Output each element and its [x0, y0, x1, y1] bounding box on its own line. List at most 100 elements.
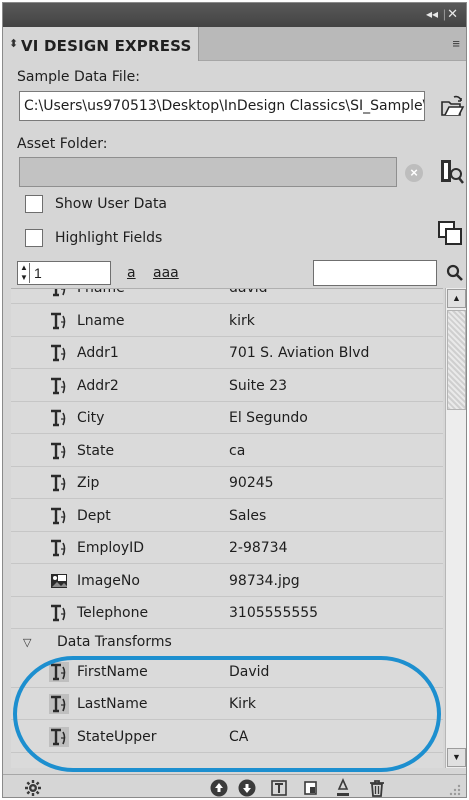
title-bar-separator: |	[442, 7, 446, 21]
field-name: Addr2	[77, 377, 119, 394]
list-item[interactable]: Telephone 3105555555	[11, 597, 443, 629]
field-value: Suite 23	[229, 377, 288, 394]
record-number-stepper[interactable]: ▲ ▼ 1	[17, 261, 111, 285]
field-name: Zip	[77, 475, 100, 491]
data-transforms-label: Data Transforms	[57, 633, 172, 650]
sample-data-file-label: Sample Data File:	[17, 69, 140, 85]
data-field-list: Fname david Lname kirk Addr1 701 S. Aviatio…	[11, 288, 443, 768]
panel-bottom-toolbar	[3, 774, 466, 798]
settings-gear-icon[interactable]	[23, 778, 43, 798]
list-item[interactable]: Dept Sales	[11, 500, 443, 532]
field-name: State	[77, 442, 115, 459]
field-name: Addr1	[77, 345, 119, 361]
close-panel-button[interactable]: ✕	[447, 6, 458, 22]
show-user-data-row[interactable]: Show User Data	[25, 193, 167, 215]
text-field-icon	[49, 726, 69, 747]
copy-frames-icon[interactable]	[437, 220, 463, 246]
resize-grip-icon[interactable]	[443, 778, 463, 798]
record-number-value: 1	[34, 265, 42, 281]
highlight-fields-row[interactable]: Highlight Fields	[25, 227, 162, 249]
new-text-field-icon[interactable]	[269, 778, 289, 798]
list-item[interactable]: ImageNo 98734.jpg	[11, 565, 443, 597]
list-item[interactable]: Lname kirk	[11, 305, 443, 337]
field-name: Fname	[77, 288, 125, 296]
panel-title-bar: ◂◂ | ✕	[3, 3, 466, 27]
field-value: 701 S. Aviation Blvd	[229, 345, 370, 361]
field-value: 3105555555	[229, 605, 319, 621]
field-value: 98734.jpg	[229, 572, 300, 589]
text-field-icon	[51, 442, 66, 459]
folder-open-icon[interactable]	[439, 93, 465, 119]
transform-name: StateUpper	[77, 728, 157, 745]
field-value: 2-98734	[229, 540, 288, 556]
scroll-thumb[interactable]	[447, 310, 466, 410]
transform-name: FirstName	[77, 663, 148, 680]
text-field-icon	[53, 289, 66, 297]
list-item[interactable]: Fname david	[11, 288, 443, 304]
text-field-icon	[49, 661, 69, 682]
scroll-down-button[interactable]: ▼	[447, 748, 466, 767]
scroll-up-button[interactable]: ▲	[447, 289, 466, 308]
image-field-icon	[51, 573, 67, 588]
list-item[interactable]: Zip 90245	[11, 467, 443, 499]
panel-menu-button[interactable]: ≡	[452, 36, 460, 51]
field-name: Telephone	[77, 605, 149, 621]
list-item[interactable]: City El Segundo	[11, 402, 443, 434]
panel-tab-row: ⬍ VI DESIGN EXPRESS ≡	[3, 27, 466, 61]
field-name: ImageNo	[77, 572, 140, 589]
transform-item[interactable]: LastName Kirk	[11, 688, 443, 720]
lowercase-single-button[interactable]: a	[127, 265, 136, 281]
text-field-icon	[51, 312, 66, 329]
tab-vi-design-express[interactable]: ⬍ VI DESIGN EXPRESS	[3, 27, 199, 61]
disclosure-triangle-icon[interactable]: ▽	[23, 636, 31, 649]
field-name: EmployID	[77, 540, 145, 556]
text-field-icon	[51, 604, 66, 622]
show-user-data-label: Show User Data	[55, 196, 168, 212]
search-icon[interactable]	[446, 264, 464, 282]
transform-pen-icon[interactable]	[333, 778, 353, 798]
panel-title: VI DESIGN EXPRESS	[21, 37, 192, 55]
delete-trash-icon[interactable]	[367, 778, 387, 798]
transform-value: David	[229, 663, 270, 680]
highlight-fields-label: Highlight Fields	[55, 230, 163, 246]
field-value: Sales	[229, 507, 267, 524]
text-field-icon	[49, 694, 69, 714]
previous-record-icon[interactable]	[209, 778, 229, 798]
list-item[interactable]: Addr2 Suite 23	[11, 370, 443, 402]
search-input[interactable]	[313, 260, 437, 286]
list-item[interactable]: Addr1 701 S. Aviation Blvd	[11, 337, 443, 369]
vi-design-express-panel: ◂◂ | ✕ ⬍ VI DESIGN EXPRESS ≡ Sample Data…	[2, 2, 467, 798]
collapse-panel-button[interactable]: ◂◂	[426, 7, 438, 21]
next-record-icon[interactable]	[237, 778, 257, 798]
text-field-icon	[51, 539, 66, 557]
field-value: El Segundo	[229, 410, 308, 426]
list-item[interactable]: State ca	[11, 435, 443, 467]
field-name: Dept	[77, 507, 111, 524]
text-field-icon	[51, 507, 66, 524]
show-user-data-checkbox[interactable]	[25, 195, 43, 213]
transform-value: Kirk	[229, 696, 256, 712]
lowercase-all-button[interactable]: aaa	[153, 265, 179, 281]
highlight-fields-checkbox[interactable]	[25, 229, 43, 247]
data-transforms-header[interactable]: ▽ Data Transforms	[11, 634, 443, 654]
text-field-icon	[51, 409, 66, 427]
field-name: Lname	[77, 312, 125, 329]
transform-value: CA	[229, 728, 249, 745]
stepper-arrows-icon[interactable]: ▲ ▼	[19, 263, 30, 283]
asset-folder-icon[interactable]	[437, 156, 465, 186]
new-frame-icon[interactable]	[301, 778, 321, 798]
transform-item[interactable]: StateUpper CA	[11, 721, 443, 753]
asset-folder-field[interactable]	[19, 157, 397, 187]
field-value: kirk	[229, 312, 255, 329]
transform-item[interactable]: FirstName David	[11, 656, 443, 688]
field-name: City	[77, 410, 105, 426]
field-value: 90245	[229, 475, 274, 491]
field-value: david	[229, 288, 268, 296]
clear-asset-button[interactable]: ×	[405, 164, 423, 182]
list-scrollbar[interactable]: ▲ ▼	[445, 288, 466, 768]
transform-name: LastName	[77, 696, 148, 712]
sample-data-file-field[interactable]: C:\Users\us970513\Desktop\InDesign Class…	[19, 91, 425, 121]
text-field-icon	[51, 474, 66, 492]
list-item[interactable]: EmployID 2-98734	[11, 532, 443, 564]
tab-drag-icon: ⬍	[9, 38, 19, 50]
